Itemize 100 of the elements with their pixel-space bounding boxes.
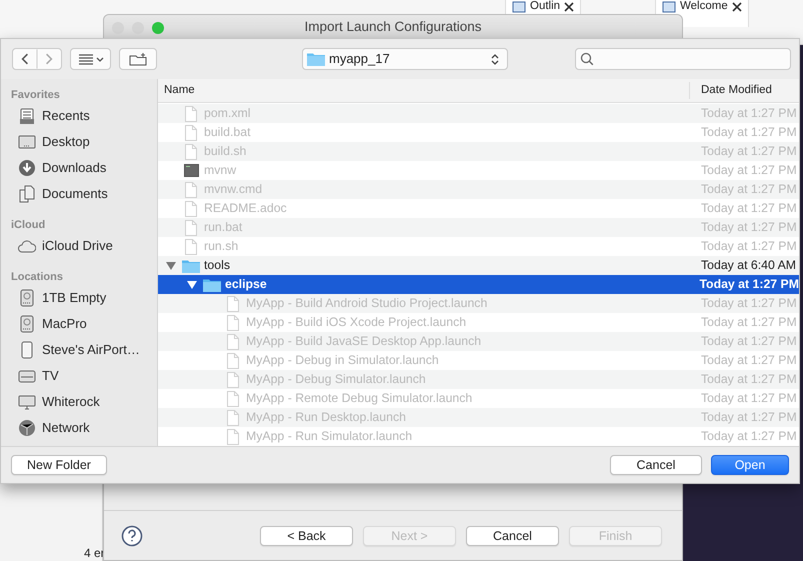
document-icon — [184, 144, 198, 160]
view-icon — [662, 0, 676, 14]
dialog-button[interactable]: Cancel — [610, 455, 702, 475]
date-text: Today at 1:27 PM — [700, 181, 797, 198]
file-name: run.bat — [204, 219, 242, 236]
dialog-button[interactable]: Cancel — [466, 526, 559, 546]
sidebar-item[interactable]: Recents — [1, 103, 157, 129]
sidebar-item[interactable]: Network — [1, 415, 157, 441]
view-menu-button[interactable] — [70, 48, 111, 70]
file-name: mvnw — [204, 162, 236, 180]
file-name: MyApp - Build Android Studio Project.launch — [246, 295, 488, 312]
file-name: README.adoc — [204, 200, 287, 218]
drive-icon — [18, 315, 36, 333]
file-name: MyApp - Run Desktop.launch — [246, 409, 406, 426]
document-icon — [184, 220, 198, 236]
close-icon[interactable] — [732, 2, 742, 12]
document-icon — [184, 200, 198, 216]
date-text: Today at 1:27 PM — [700, 314, 797, 332]
file-name: MyApp - Debug Simulator.launch — [246, 371, 426, 388]
updown-icon — [491, 52, 499, 66]
folder-icon — [182, 258, 200, 272]
file-row[interactable]: eclipse Today at 1:27 PM — [158, 275, 799, 294]
document-icon — [226, 314, 240, 330]
drive-icon — [18, 289, 36, 307]
sidebar-item[interactable]: TV — [1, 363, 157, 389]
date-text: Today at 1:27 PM — [700, 238, 797, 256]
file-name: tools — [204, 257, 230, 274]
file-name: MyApp - Build iOS Xcode Project.launch — [246, 314, 466, 332]
tray-icon — [18, 107, 36, 125]
document-icon — [226, 334, 240, 350]
sidebar-item[interactable]: iCloud Drive — [1, 233, 157, 259]
file-name: build.bat — [204, 124, 250, 142]
document-icon — [184, 106, 198, 122]
date-text: Today at 1:27 PM — [700, 295, 797, 312]
file-row[interactable]: tools Today at 6:40 AM — [158, 256, 799, 275]
column-header[interactable]: Date Modified — [701, 84, 772, 96]
globe-icon — [18, 419, 36, 437]
date-text: Today at 1:27 PM — [700, 352, 797, 370]
monitor-icon — [18, 393, 36, 411]
document-icon — [226, 372, 240, 388]
terminal-icon — [184, 164, 198, 177]
documents-icon — [18, 185, 36, 203]
file-name: run.sh — [204, 238, 238, 256]
date-text: Today at 1:27 PM — [700, 162, 797, 180]
sidebar-item[interactable]: Documents — [1, 181, 157, 207]
folder-icon — [307, 52, 325, 66]
date-text: Today at 1:27 PM — [700, 371, 797, 388]
location-popup[interactable]: myapp_17 — [302, 48, 508, 70]
document-icon — [226, 296, 240, 312]
search-icon — [580, 52, 594, 66]
sidebar-item[interactable]: Whiterock — [1, 389, 157, 415]
window-title: Import Launch Configurations — [304, 18, 482, 36]
date-text: Today at 1:27 PM — [700, 390, 797, 408]
date-text: Today at 1:27 PM — [700, 105, 797, 122]
document-icon — [226, 352, 240, 368]
download-icon — [18, 159, 36, 177]
disclosure-triangle-icon[interactable] — [166, 260, 176, 270]
dialog-button[interactable]: < Back — [260, 526, 353, 546]
search-field[interactable] — [575, 48, 791, 70]
date-text: Today at 6:40 AM — [700, 257, 796, 274]
new-folder-button[interactable] — [119, 48, 157, 70]
section-heading: Favorites — [11, 89, 60, 101]
file-name: MyApp - Debug in Simulator.launch — [246, 352, 439, 370]
desktop-icon — [18, 133, 36, 151]
list-view-icon — [76, 53, 104, 65]
date-text: Today at 1:27 PM — [700, 409, 797, 426]
help-icon[interactable] — [121, 524, 143, 546]
file-name: MyApp - Build JavaSE Desktop App.launch — [246, 333, 482, 350]
date-text: Today at 1:27 PM — [700, 124, 797, 142]
file-name: eclipse — [225, 276, 267, 294]
column-header[interactable]: Name — [164, 84, 195, 96]
sidebar-item[interactable]: Desktop — [1, 129, 157, 155]
document-icon — [184, 182, 198, 198]
date-text: Today at 1:27 PM — [698, 276, 799, 294]
file-name: mvnw.cmd — [204, 181, 262, 198]
folder-icon — [203, 278, 221, 292]
document-icon — [226, 390, 240, 406]
date-text: Today at 1:27 PM — [700, 428, 797, 446]
document-icon — [226, 410, 240, 426]
sidebar-item[interactable]: MacPro — [1, 311, 157, 337]
dialog-button[interactable]: Open — [711, 455, 789, 475]
disclosure-triangle-icon[interactable] — [187, 280, 197, 290]
date-text: Today at 1:27 PM — [700, 219, 797, 236]
sidebar-item[interactable]: 1TB Empty — [1, 285, 157, 311]
close-icon[interactable] — [564, 2, 574, 12]
file-name: MyApp - Run Simulator.launch — [246, 428, 412, 446]
sidebar-item[interactable]: Downloads — [1, 155, 157, 181]
date-text: Today at 1:27 PM — [700, 333, 797, 350]
new-folder-icon — [129, 52, 147, 66]
date-text: Today at 1:27 PM — [700, 143, 797, 160]
file-name: MyApp - Remote Debug Simulator.launch — [246, 390, 472, 408]
view-icon — [512, 0, 526, 14]
file-name: build.sh — [204, 143, 246, 160]
dialog-button[interactable]: New Folder — [11, 455, 107, 475]
document-icon — [184, 124, 198, 140]
date-text: Today at 1:27 PM — [700, 200, 797, 218]
sidebar-item[interactable]: Steve's AirPort… — [1, 337, 157, 363]
document-icon — [184, 238, 198, 254]
file-name: pom.xml — [204, 105, 250, 122]
section-heading: iCloud — [11, 219, 46, 231]
